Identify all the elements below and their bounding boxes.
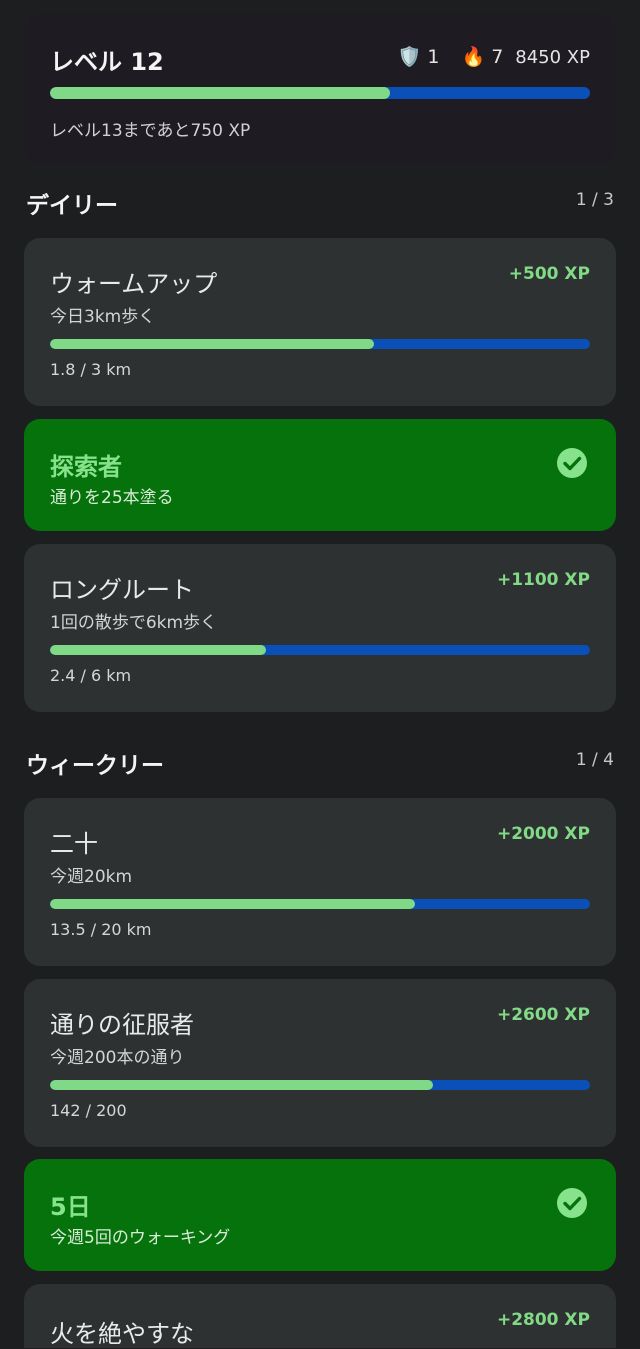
- total-xp: 8450 XP: [515, 46, 590, 68]
- quest-progress-bar: [50, 645, 590, 655]
- quest-card-five-days[interactable]: 5日 今週5回のウォーキング: [24, 1159, 616, 1271]
- quest-title: ウォームアップ: [50, 270, 218, 298]
- quest-progress-bar: [50, 1080, 590, 1090]
- level-remaining-text: レベル13まであと750 XP: [50, 121, 251, 141]
- quest-card-keep-fire[interactable]: 火を絶やすな +2800 XP: [24, 1284, 616, 1348]
- level-progress-fill: [50, 87, 391, 99]
- quest-title: 探索者: [50, 453, 122, 481]
- quest-title: 通りの征服者: [50, 1011, 194, 1039]
- quest-description: 1回の散歩で6km歩く: [50, 613, 218, 633]
- quest-description: 通りを25本塗る: [50, 488, 174, 508]
- quest-description: 今日3km歩く: [50, 307, 156, 327]
- quest-xp-reward: +1100 XP: [496, 570, 590, 590]
- quest-description: 今週200本の通り: [50, 1048, 185, 1068]
- flame-icon: 🔥: [461, 45, 486, 68]
- quest-title: 5日: [50, 1193, 91, 1221]
- quest-xp-reward: +500 XP: [508, 264, 590, 284]
- quest-xp-reward: +2800 XP: [496, 1310, 590, 1330]
- level-card: レベル 12 🛡️ 1 🔥 7 8450 XP レベル13まであと750 XP: [24, 14, 616, 164]
- quest-description: 今週5回のウォーキング: [50, 1228, 231, 1248]
- daily-section-count: 1 / 3: [575, 190, 614, 210]
- quest-title: 火を絶やすな: [50, 1320, 194, 1348]
- quest-card-warmup[interactable]: ウォームアップ 今日3km歩く +500 XP 1.8 / 3 km: [24, 238, 616, 406]
- check-circle-icon: [557, 448, 587, 478]
- quest-progress-bar: [50, 899, 590, 909]
- stats-row: 🛡️ 1 🔥 7 8450 XP: [398, 42, 590, 72]
- quest-xp-reward: +2000 XP: [496, 824, 590, 844]
- quest-description: 今週20km: [50, 867, 133, 887]
- check-circle-icon: [557, 1188, 587, 1218]
- quest-progress-text: 2.4 / 6 km: [50, 666, 132, 685]
- quest-progress-fill: [50, 1080, 434, 1090]
- quest-progress-text: 13.5 / 20 km: [50, 920, 152, 939]
- weekly-section-count: 1 / 4: [575, 750, 614, 770]
- weekly-section-title: ウィークリー: [26, 753, 164, 779]
- quest-card-explorer[interactable]: 探索者 通りを25本塗る: [24, 419, 616, 531]
- level-progress-bar: [50, 87, 590, 99]
- quest-card-long-route[interactable]: ロングルート 1回の散歩で6km歩く +1100 XP 2.4 / 6 km: [24, 544, 616, 712]
- quest-xp-reward: +2600 XP: [496, 1005, 590, 1025]
- streak-count: 7: [491, 46, 504, 68]
- quest-progress-text: 1.8 / 3 km: [50, 360, 132, 379]
- quest-progress-text: 142 / 200: [50, 1101, 127, 1120]
- daily-section-title: デイリー: [26, 193, 118, 219]
- quest-card-street-conqueror[interactable]: 通りの征服者 今週200本の通り +2600 XP 142 / 200: [24, 979, 616, 1147]
- quest-title: ロングルート: [50, 576, 194, 604]
- quest-card-twenty[interactable]: 二十 今週20km +2000 XP 13.5 / 20 km: [24, 798, 616, 966]
- shield-icon: 🛡️: [397, 45, 422, 68]
- quest-progress-fill: [50, 645, 266, 655]
- quest-progress-fill: [50, 339, 374, 349]
- quest-progress-bar: [50, 339, 590, 349]
- quest-progress-fill: [50, 899, 415, 909]
- level-title: レベル 12: [50, 48, 164, 76]
- shield-count: 1: [427, 46, 440, 68]
- quest-title: 二十: [50, 830, 98, 858]
